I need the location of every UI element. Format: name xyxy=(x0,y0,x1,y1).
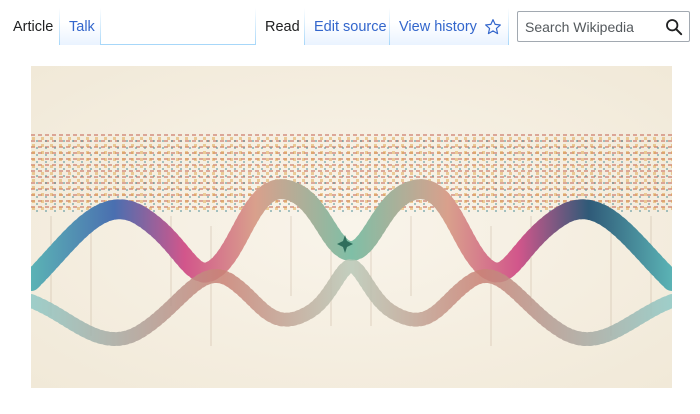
search-box xyxy=(517,11,690,42)
star-outline-icon xyxy=(485,18,501,34)
search-icon[interactable] xyxy=(665,18,683,36)
tab-view-history-label: View history xyxy=(399,18,477,35)
search-input[interactable] xyxy=(518,12,665,41)
dna-helix-illustration xyxy=(31,66,672,388)
tab-edit-source[interactable]: Edit source xyxy=(305,8,389,45)
tab-divider xyxy=(100,8,101,45)
tab-divider xyxy=(508,8,509,45)
tab-article[interactable]: Article xyxy=(4,8,59,45)
article-lead-image[interactable] xyxy=(31,66,672,388)
tab-talk-label: Talk xyxy=(69,18,95,35)
tab-read-label: Read xyxy=(265,18,300,35)
watch-star-button[interactable] xyxy=(478,8,508,45)
tab-view-history[interactable]: View history xyxy=(390,8,478,45)
tabs-baseline xyxy=(100,44,255,45)
tab-article-label: Article xyxy=(13,18,54,35)
tab-talk[interactable]: Talk xyxy=(60,8,100,45)
tab-edit-source-label: Edit source xyxy=(314,18,387,35)
tab-read[interactable]: Read xyxy=(256,8,304,45)
